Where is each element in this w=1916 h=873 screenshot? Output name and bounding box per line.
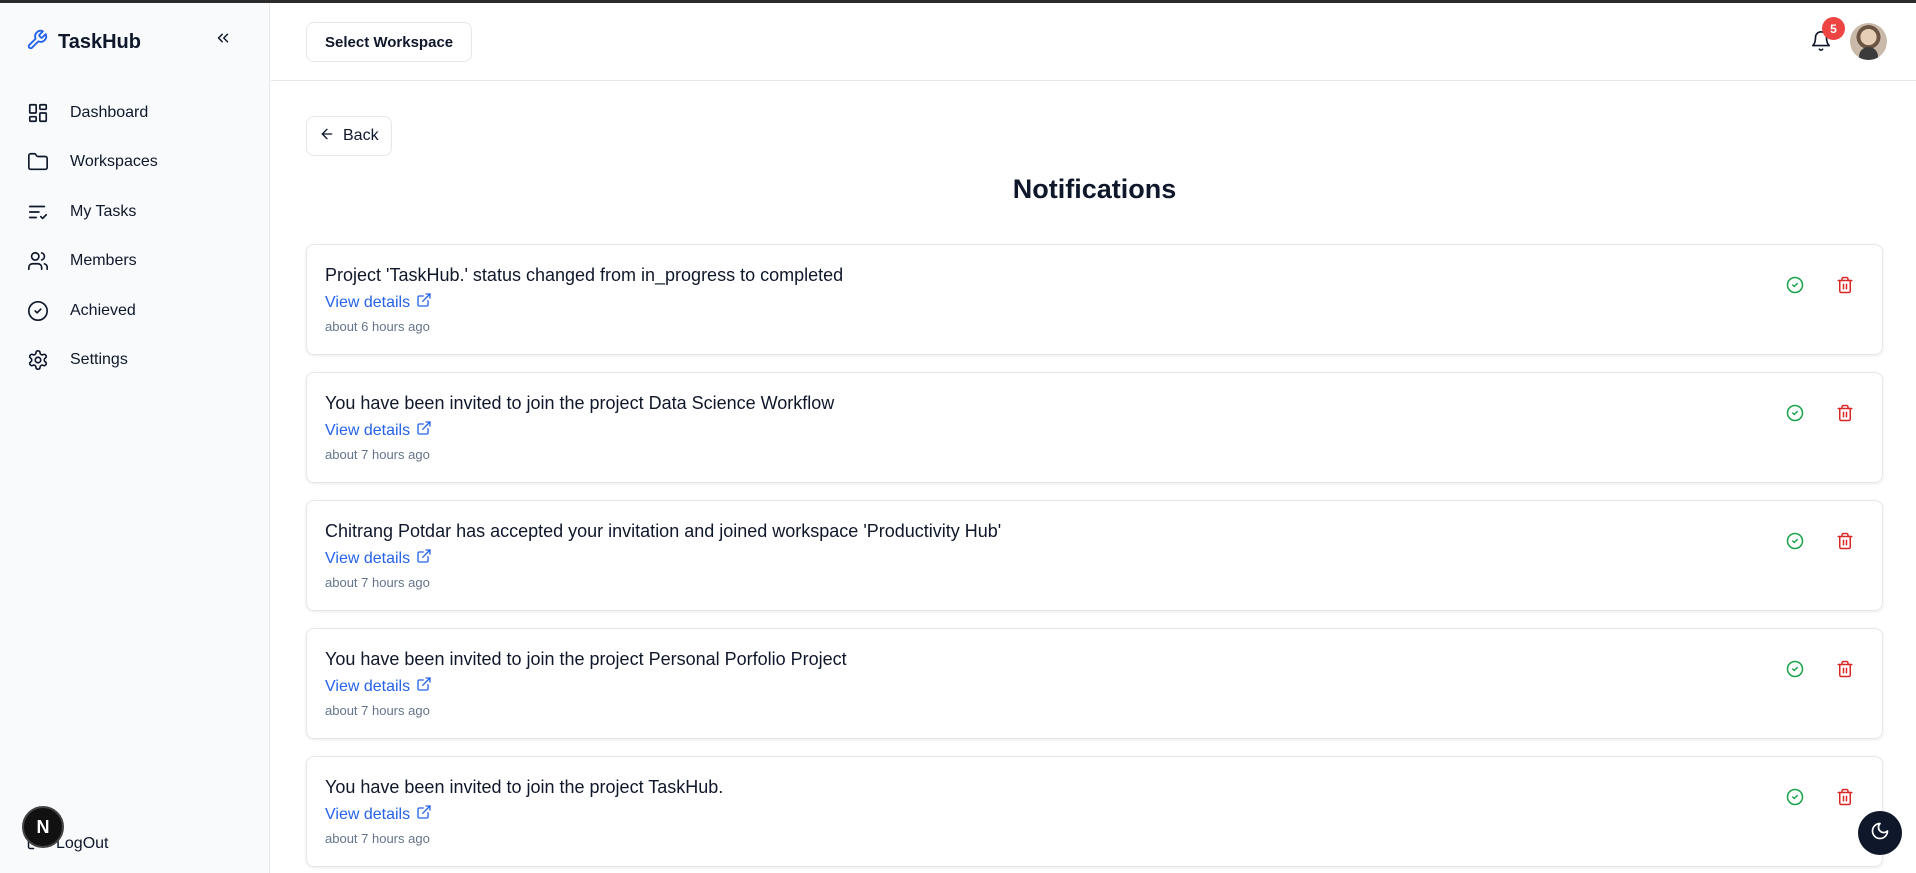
notification-message: You have been invited to join the projec… (325, 393, 835, 413)
theme-toggle-button[interactable] (1858, 811, 1902, 855)
view-details-label: View details (325, 805, 411, 823)
trash-icon (1836, 404, 1854, 427)
top-header: Select Workspace 5 (271, 3, 1916, 81)
users-icon (26, 249, 50, 273)
sidebar: TaskHub Dashboard Workspaces My Tasks Me… (0, 3, 270, 873)
check-circle-icon (1786, 404, 1804, 427)
external-link-icon (416, 420, 432, 441)
view-details-label: View details (325, 549, 411, 567)
delete-notification-button[interactable] (1833, 659, 1857, 683)
external-link-icon (416, 292, 432, 313)
check-circle-icon (1786, 276, 1804, 299)
delete-notification-button[interactable] (1833, 531, 1857, 555)
notification-time: about 7 hours ago (325, 831, 430, 846)
sidebar-item-settings[interactable]: Settings (0, 336, 270, 386)
sidebar-item-my-tasks[interactable]: My Tasks (0, 187, 270, 237)
delete-notification-button[interactable] (1833, 403, 1857, 427)
view-details-label: View details (325, 293, 411, 311)
folder-icon (26, 150, 50, 174)
sidebar-item-members[interactable]: Members (0, 237, 270, 287)
check-circle-icon (26, 299, 50, 323)
view-details-link[interactable]: View details (325, 420, 432, 441)
check-circle-icon (1786, 532, 1804, 555)
gear-icon (26, 348, 50, 372)
dev-tools-badge[interactable]: N (22, 806, 64, 848)
brand[interactable]: TaskHub (26, 29, 141, 56)
user-avatar[interactable] (1850, 23, 1887, 60)
trash-icon (1836, 660, 1854, 683)
notification-time: about 6 hours ago (325, 319, 430, 334)
check-circle-icon (1786, 788, 1804, 811)
mark-read-button[interactable] (1783, 659, 1807, 683)
list-check-icon (26, 200, 50, 224)
mark-read-button[interactable] (1783, 403, 1807, 427)
notification-count-badge: 5 (1822, 17, 1845, 40)
select-workspace-button[interactable]: Select Workspace (306, 22, 473, 62)
arrow-left-icon (319, 126, 335, 147)
notification-message: Chitrang Potdar has accepted your invita… (325, 521, 1002, 541)
notification-message: You have been invited to join the projec… (325, 777, 724, 797)
view-details-link[interactable]: View details (325, 548, 432, 569)
sidebar-item-workspaces[interactable]: Workspaces (0, 138, 270, 188)
sidebar-nav: Dashboard Workspaces My Tasks Members Ac… (0, 88, 270, 385)
external-link-icon (416, 548, 432, 569)
notification-card: You have been invited to join the projec… (306, 628, 1883, 739)
trash-icon (1836, 788, 1854, 811)
notification-time: about 7 hours ago (325, 703, 430, 718)
notification-card: You have been invited to join the projec… (306, 756, 1883, 867)
moon-icon (1870, 821, 1890, 846)
sidebar-item-label: My Tasks (70, 202, 137, 220)
back-label: Back (343, 127, 379, 144)
view-details-label: View details (325, 421, 411, 439)
sidebar-item-achieved[interactable]: Achieved (0, 286, 270, 336)
notification-card: Project 'TaskHub.' status changed from i… (306, 244, 1883, 355)
sidebar-item-label: Workspaces (70, 153, 158, 171)
external-link-icon (416, 804, 432, 825)
external-link-icon (416, 676, 432, 697)
mark-read-button[interactable] (1783, 531, 1807, 555)
sidebar-item-label: Achieved (70, 301, 136, 319)
view-details-link[interactable]: View details (325, 804, 432, 825)
view-details-label: View details (325, 677, 411, 695)
wrench-icon (26, 29, 48, 56)
notification-message: You have been invited to join the projec… (325, 649, 847, 669)
mark-read-button[interactable] (1783, 275, 1807, 299)
trash-icon (1836, 276, 1854, 299)
notification-time: about 7 hours ago (325, 447, 430, 462)
view-details-link[interactable]: View details (325, 676, 432, 697)
collapse-sidebar-button[interactable] (212, 29, 234, 51)
sidebar-item-dashboard[interactable]: Dashboard (0, 88, 270, 138)
notification-message: Project 'TaskHub.' status changed from i… (325, 265, 844, 285)
chevrons-left-icon (214, 29, 232, 52)
app-name: TaskHub (58, 31, 141, 53)
logout-label: LogOut (56, 834, 109, 852)
delete-notification-button[interactable] (1833, 275, 1857, 299)
delete-notification-button[interactable] (1833, 787, 1857, 811)
sidebar-item-label: Dashboard (70, 103, 149, 121)
notification-card: Chitrang Potdar has accepted your invita… (306, 500, 1883, 611)
page-title: Notifications (1012, 174, 1177, 204)
sidebar-item-label: Members (70, 252, 137, 270)
trash-icon (1836, 532, 1854, 555)
sidebar-item-label: Settings (70, 351, 128, 369)
notification-time: about 7 hours ago (325, 575, 430, 590)
notification-card: You have been invited to join the projec… (306, 372, 1883, 483)
mark-read-button[interactable] (1783, 787, 1807, 811)
check-circle-icon (1786, 660, 1804, 683)
back-button[interactable]: Back (306, 116, 392, 156)
dashboard-icon (26, 101, 50, 125)
view-details-link[interactable]: View details (325, 292, 432, 313)
